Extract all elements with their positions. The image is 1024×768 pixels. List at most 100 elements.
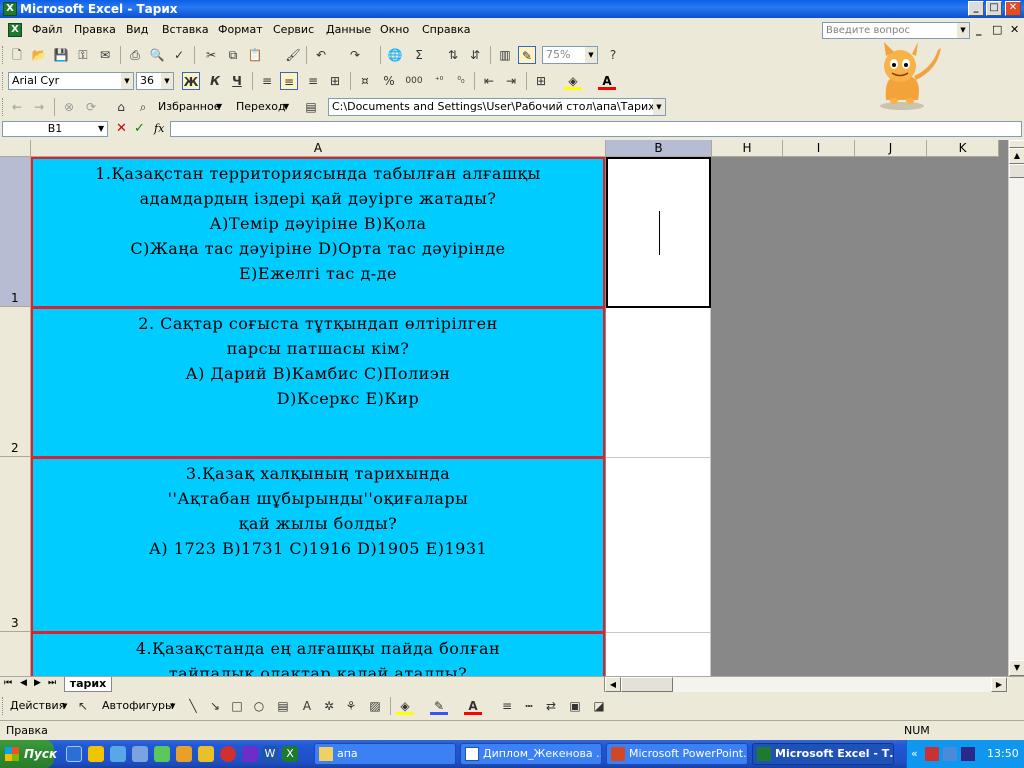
spelling-icon[interactable]: ✓ xyxy=(170,46,188,64)
menu-view[interactable]: Вид xyxy=(126,19,148,41)
favorites-menu[interactable]: Избранное xyxy=(158,98,220,116)
doc-close-button[interactable]: ✕ xyxy=(1010,23,1019,36)
column-header-b[interactable]: B xyxy=(606,140,712,157)
excel-icon[interactable]: X xyxy=(282,746,298,762)
paste-icon[interactable]: 📋 xyxy=(246,46,264,64)
redo-icon[interactable]: ↷ xyxy=(346,46,364,64)
tray-app-icon[interactable] xyxy=(925,747,939,761)
menu-data[interactable]: Данные xyxy=(326,19,371,41)
arrow-style-icon[interactable]: ⇄ xyxy=(542,697,560,715)
email-icon[interactable]: ✉ xyxy=(96,46,114,64)
scroll-thumb[interactable] xyxy=(621,677,673,692)
align-center-icon[interactable]: ≡ xyxy=(280,72,298,90)
decrease-indent-icon[interactable]: ⇤ xyxy=(480,72,498,90)
answer-cell[interactable] xyxy=(606,633,711,676)
menu-help[interactable]: Справка xyxy=(422,19,470,41)
maximize-button[interactable]: □ xyxy=(986,1,1002,16)
row-header[interactable]: 3 xyxy=(0,457,31,632)
opera-icon[interactable] xyxy=(220,746,236,762)
open-icon[interactable]: 📂 xyxy=(30,46,48,64)
office-assistant-cat[interactable] xyxy=(856,40,948,112)
next-sheet-icon[interactable]: ▶ xyxy=(34,678,41,688)
dash-style-icon[interactable]: ┅ xyxy=(520,697,538,715)
undo-icon[interactable]: ↶ xyxy=(312,46,330,64)
sort-descending-icon[interactable]: ⇵ xyxy=(466,46,484,64)
name-box[interactable]: B1 xyxy=(2,121,108,137)
network-icon[interactable] xyxy=(943,747,957,761)
decrease-decimal-icon[interactable]: ⁰₀ xyxy=(452,72,470,90)
task-powerpoint[interactable]: Microsoft PowerPoint... xyxy=(606,743,748,765)
currency-icon[interactable]: ¤ xyxy=(356,72,374,90)
start-button[interactable]: Пуск xyxy=(0,740,57,768)
app-icon[interactable] xyxy=(198,746,214,762)
line-style-icon[interactable]: ≡ xyxy=(498,697,516,715)
cut-icon[interactable]: ✂ xyxy=(202,46,220,64)
line-icon[interactable]: ╲ xyxy=(184,697,202,715)
font-name-combo[interactable]: Arial Cyr ▼ xyxy=(8,72,134,90)
goto-menu[interactable]: Переход xyxy=(236,98,286,116)
fill-color-icon[interactable]: ◈ xyxy=(564,72,582,90)
column-header-h[interactable]: H xyxy=(712,140,783,157)
chevron-down-icon[interactable]: ▼ xyxy=(121,73,133,89)
task-word-document[interactable]: Диплом_Жекенова ... xyxy=(460,743,602,765)
picture-icon[interactable]: ▨ xyxy=(366,697,384,715)
ie-icon[interactable] xyxy=(66,746,82,762)
scroll-down-icon[interactable]: ▼ xyxy=(1009,660,1024,676)
word-icon[interactable]: W xyxy=(262,746,278,762)
bold-button[interactable]: Ж xyxy=(182,72,200,90)
shadow-icon[interactable]: ▣ xyxy=(566,697,584,715)
scroll-up-icon[interactable]: ▲ xyxy=(1009,148,1024,164)
arrow-icon[interactable]: ↘ xyxy=(206,697,224,715)
close-button[interactable]: ✕ xyxy=(1005,1,1021,16)
prev-sheet-icon[interactable]: ◀ xyxy=(20,678,27,688)
align-left-icon[interactable]: ≡ xyxy=(258,72,276,90)
italic-button[interactable]: К xyxy=(206,72,224,90)
3d-icon[interactable]: ◪ xyxy=(590,697,608,715)
show-hidden-icons-button[interactable]: « xyxy=(911,740,918,768)
line-color-icon[interactable]: ✎ xyxy=(430,697,448,715)
column-header-k[interactable]: K xyxy=(927,140,999,157)
answer-cell[interactable] xyxy=(606,458,711,633)
doc-restore-button[interactable]: □ xyxy=(992,23,1002,36)
question-cell[interactable]: 2. Сақтар соғыста тұтқындап өлтірілген п… xyxy=(31,307,605,458)
active-cell-b1[interactable] xyxy=(606,157,711,308)
question-cell[interactable]: 1.Қазақстан территориясында табылған алғ… xyxy=(31,157,605,308)
fill-color-icon[interactable]: ◈ xyxy=(396,697,414,715)
chevron-down-icon[interactable]: ▼ xyxy=(957,23,969,38)
first-sheet-icon[interactable]: ⏮ xyxy=(4,678,12,688)
insert-function-icon[interactable]: fx xyxy=(154,122,164,135)
excel-app-icon[interactable]: X xyxy=(3,2,17,16)
menu-insert[interactable]: Вставка xyxy=(162,19,209,41)
back-arrow-icon[interactable]: ← xyxy=(8,98,26,116)
address-field[interactable]: C:\Documents and Settings\User\Рабочий с… xyxy=(328,98,666,116)
merge-center-icon[interactable]: ⊞ xyxy=(326,72,344,90)
hyperlink-icon[interactable]: 🌐 xyxy=(386,46,404,64)
media-player-icon[interactable] xyxy=(88,746,104,762)
messenger-icon[interactable] xyxy=(154,746,170,762)
increase-indent-icon[interactable]: ⇥ xyxy=(502,72,520,90)
menu-file[interactable]: Файл xyxy=(32,19,62,41)
chevron-down-icon[interactable]: ▼ xyxy=(585,47,597,63)
print-preview-icon[interactable]: 🔍 xyxy=(148,46,166,64)
stop-icon[interactable]: ⊗ xyxy=(60,98,78,116)
permission-icon[interactable]: ⚿ xyxy=(74,46,92,64)
vertical-scrollbar[interactable]: ▲ ▼ xyxy=(1008,140,1024,676)
scroll-right-icon[interactable]: ▶ xyxy=(991,677,1007,692)
sheet-tab-tarih[interactable]: тарих xyxy=(64,677,112,692)
font-color-icon[interactable]: A xyxy=(464,697,482,715)
horizontal-scrollbar[interactable]: ◀ ▶ xyxy=(604,677,1008,692)
chart-wizard-icon[interactable]: ▥ xyxy=(496,46,514,64)
percent-button[interactable]: % xyxy=(380,72,398,90)
task-apa-folder[interactable]: апа xyxy=(314,743,456,765)
tray-app-icon[interactable] xyxy=(961,747,975,761)
formula-input[interactable] xyxy=(170,121,1022,137)
rectangle-icon[interactable]: □ xyxy=(228,697,246,715)
underline-button[interactable]: Ч xyxy=(228,72,246,90)
task-excel[interactable]: Microsoft Excel - Т... xyxy=(752,743,894,765)
thousands-button[interactable]: 000 xyxy=(402,72,426,90)
split-handle[interactable] xyxy=(1009,140,1024,148)
diagram-icon[interactable]: ✲ xyxy=(320,697,338,715)
menu-window[interactable]: Окно xyxy=(380,19,409,41)
help-icon[interactable]: ? xyxy=(604,46,622,64)
borders-icon[interactable]: ⊞ xyxy=(532,72,550,90)
